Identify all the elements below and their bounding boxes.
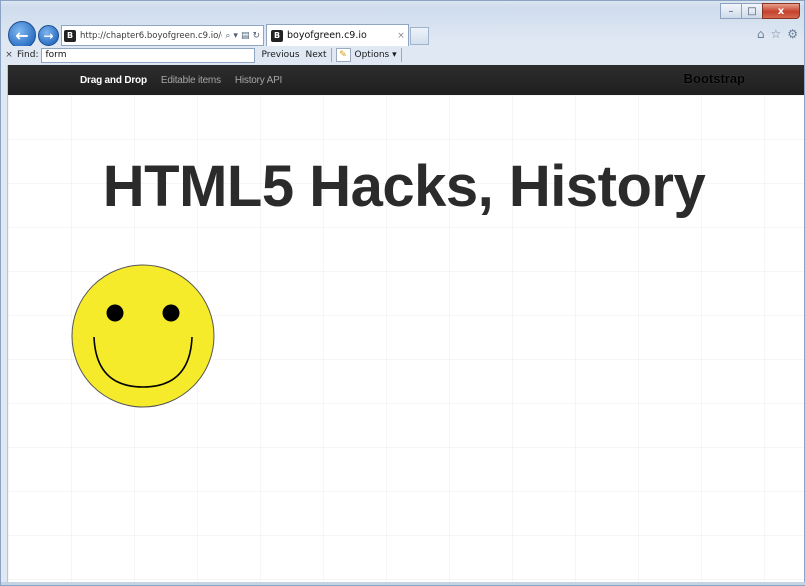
address-bar-actions: ⌕ ▾ ▤ ↻ (222, 31, 263, 41)
site-favicon-icon: B (64, 29, 76, 42)
nav-item-editable-items[interactable]: Editable items (154, 75, 228, 86)
window-controls: – □ x (720, 3, 800, 21)
smiley-face-circle (71, 264, 215, 408)
divider (330, 48, 332, 62)
close-window-button[interactable]: x (762, 3, 800, 19)
page-viewport: Drag and Drop Editable items History API… (7, 65, 804, 584)
nav-item-drag-and-drop[interactable]: Drag and Drop (73, 75, 154, 86)
refresh-icon[interactable]: ↻ (252, 31, 260, 41)
tab-favicon-icon: B (271, 29, 283, 42)
find-label: Find: (17, 50, 39, 60)
forward-button[interactable]: → (38, 25, 59, 46)
favorites-star-icon[interactable]: ☆ (770, 27, 781, 41)
nav-item-history-api[interactable]: History API (228, 75, 289, 86)
smiley-face-icon[interactable] (70, 263, 216, 409)
find-input[interactable] (41, 47, 256, 63)
find-close-icon[interactable]: × (1, 50, 17, 60)
browser-toolbar-icons: ⌂ ☆ ⚙ (757, 27, 798, 41)
divider (400, 48, 402, 62)
compatibility-view-icon[interactable]: ▤ (241, 31, 250, 41)
browser-window: – □ x ← → B http://chapter6.boyofgreen.c… (0, 0, 805, 586)
gear-icon[interactable]: ⚙ (787, 27, 798, 41)
find-next-button[interactable]: Next (306, 50, 327, 60)
search-icon[interactable]: ⌕ (225, 31, 230, 41)
new-tab-button[interactable] (410, 27, 429, 45)
navbar-brand[interactable]: Bootstrap (684, 71, 745, 86)
dropdown-arrow-icon[interactable]: ▾ (233, 31, 238, 41)
highlight-pen-icon[interactable]: ✎ (335, 48, 351, 62)
smiley-left-eye (106, 304, 124, 322)
back-arrow-icon: ← (15, 25, 29, 45)
window-bottom-border (1, 582, 805, 585)
maximize-button[interactable]: □ (741, 3, 763, 19)
find-previous-button[interactable]: Previous (261, 50, 299, 60)
find-options-button[interactable]: Options ▾ (355, 50, 397, 60)
top-navbar: Drag and Drop Editable items History API… (8, 65, 804, 95)
forward-arrow-icon: → (43, 28, 54, 43)
tab-title: boyofgreen.c9.io (287, 30, 367, 41)
tab-boyofgreen[interactable]: B boyofgreen.c9.io × (266, 24, 409, 46)
find-bar: × Find: Previous Next ✎ Options ▾ (1, 46, 804, 64)
smiley-right-eye (162, 304, 180, 322)
url-text[interactable]: http://chapter6.boyofgreen.c9.io/ex (80, 31, 222, 41)
tab-close-icon[interactable]: × (394, 31, 408, 41)
minimize-button[interactable]: – (720, 3, 742, 19)
back-button[interactable]: ← (8, 21, 36, 49)
address-bar[interactable]: B http://chapter6.boyofgreen.c9.io/ex ⌕ … (61, 25, 264, 46)
page-title: HTML5 Hacks, History (102, 154, 706, 219)
home-icon[interactable]: ⌂ (757, 27, 765, 41)
